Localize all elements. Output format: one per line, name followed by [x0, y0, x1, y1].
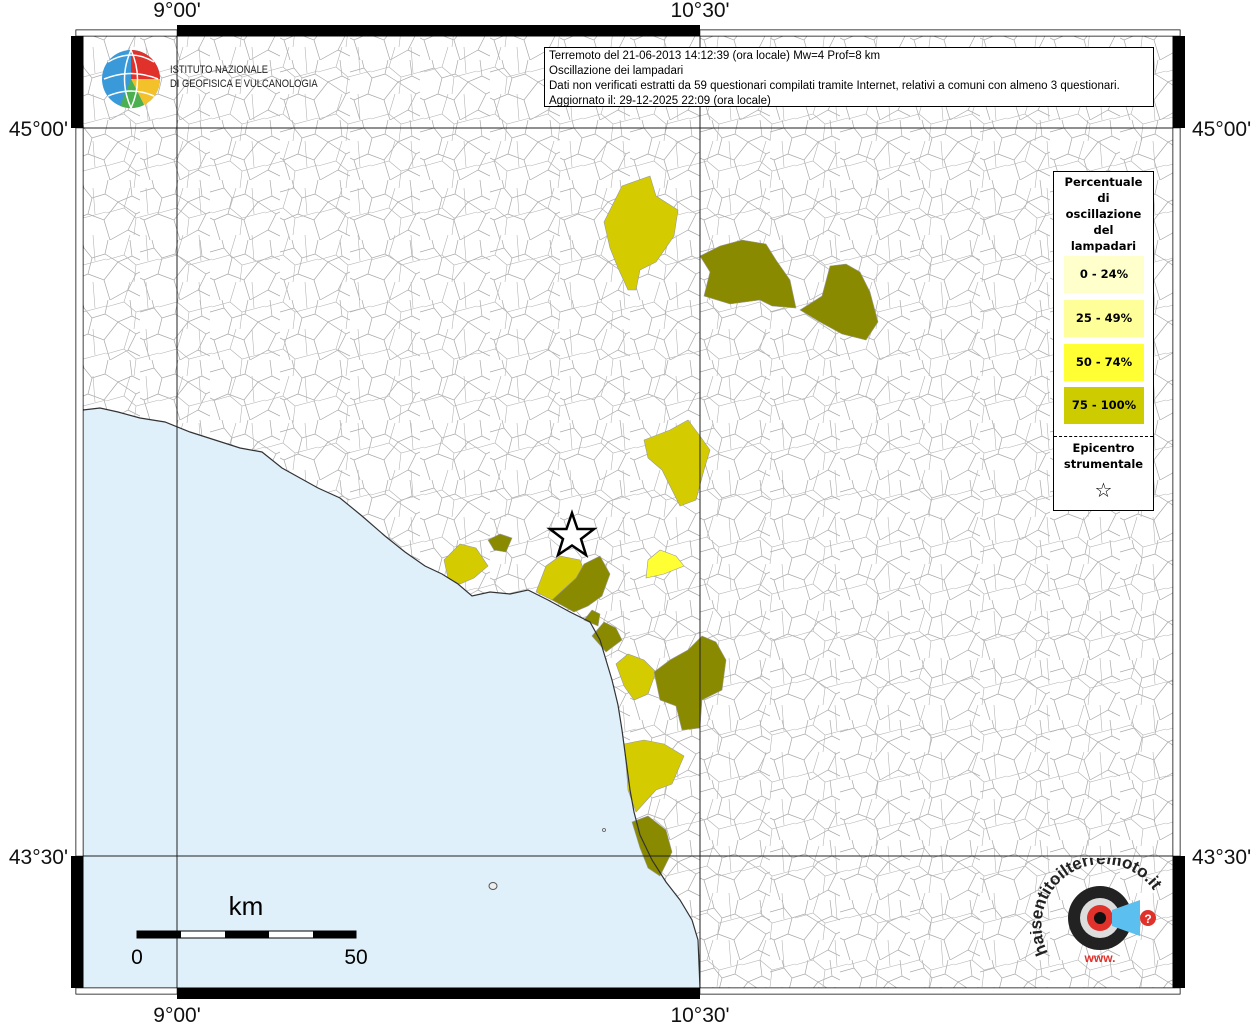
legend-class-75-100: 75 - 100%: [1064, 387, 1144, 424]
legend-star-icon: ☆: [1094, 478, 1113, 502]
tick-lon-top-right: 10°30': [670, 0, 729, 22]
logo-question-mark: ?: [1144, 912, 1151, 926]
scale-max: 50: [344, 946, 367, 969]
tick-lon-bottom-left: 9°00': [153, 1004, 200, 1024]
logo-www: www.: [1084, 951, 1116, 965]
subject-line: Oscillazione dei lampadari: [549, 65, 684, 77]
event-info-box: Terremoto del 21-06-2013 14:12:39 (ora l…: [544, 47, 1154, 107]
tick-lon-top-left: 9°00': [153, 0, 200, 22]
legend-epicenter-line: Epicentro: [1072, 441, 1135, 455]
legend-title-line: oscillazione: [1065, 207, 1142, 221]
tick-lon-bottom-right: 10°30': [670, 1004, 729, 1024]
legend-title-line: di: [1097, 191, 1110, 205]
tick-lat-right-top: 45°00': [1192, 118, 1251, 141]
island-meloria: [602, 828, 606, 832]
legend: Percentuale di oscillazione del lampadar…: [1053, 171, 1154, 511]
legend-class-50-74: 50 - 74%: [1064, 344, 1144, 381]
legend-title-line: del: [1093, 223, 1114, 237]
scale-unit: km: [229, 891, 264, 921]
legend-epicenter-label: Epicentro strumentale: [1054, 440, 1153, 472]
event-line: Terremoto del 21-06-2013 14:12:39 (ora l…: [549, 50, 881, 62]
legend-title-line: Percentuale: [1064, 175, 1143, 189]
legend-class-0-24: 0 - 24%: [1064, 256, 1144, 293]
institute-line-1: ISTITUTO NAZIONALE: [170, 64, 269, 76]
legend-separator: [1054, 436, 1153, 437]
scale-min: 0: [131, 946, 143, 969]
tick-lat-left-bottom: 43°30': [9, 846, 68, 869]
tick-lat-right-bottom: 43°30': [1192, 846, 1251, 869]
legend-title-line: lampadari: [1070, 239, 1137, 253]
ingv-globe-icon: [102, 49, 161, 109]
data-line: Dati non verificati estratti da 59 quest…: [549, 80, 1120, 92]
institute-line-2: DI GEOFISICA E VULCANOLOGIA: [170, 78, 318, 90]
tick-lat-left-top: 45°00': [9, 118, 68, 141]
institute-name: ISTITUTO NAZIONALE DI GEOFISICA E VULCAN…: [170, 63, 318, 91]
legend-epicenter-line: strumentale: [1063, 457, 1144, 471]
legend-title: Percentuale di oscillazione del lampadar…: [1054, 172, 1153, 254]
legend-class-25-49: 25 - 49%: [1064, 300, 1144, 337]
updated-line: Aggiornato il: 29-12-2025 22:09 (ora loc…: [549, 95, 771, 107]
haisentito-logo-icon: haisentitoilterremoto.it ? www.: [1030, 858, 1166, 965]
island-gorgona: [488, 882, 498, 890]
